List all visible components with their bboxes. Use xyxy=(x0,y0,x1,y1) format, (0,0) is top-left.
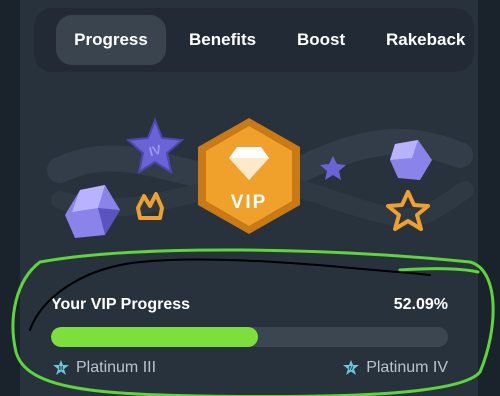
left-gutter xyxy=(0,0,20,396)
progress-label: Your VIP Progress xyxy=(51,296,191,313)
vip-screen: Progress Benefits Boost Rakeback IV VIP … xyxy=(0,0,500,396)
progress-percentage: 52.09% xyxy=(393,296,448,313)
tab-benefits[interactable]: Benefits xyxy=(189,15,256,65)
vip-badge-icon: VIP xyxy=(198,118,300,234)
vip-hero: IV VIP xyxy=(20,100,478,260)
tab-progress[interactable]: Progress xyxy=(56,15,166,65)
progress-bar xyxy=(51,327,448,347)
platinum-3-badge-icon: III xyxy=(53,360,69,375)
right-gutter xyxy=(478,0,500,396)
current-level-label: Platinum III xyxy=(76,359,157,376)
tab-boost[interactable]: Boost xyxy=(297,15,345,65)
progress-bar-fill xyxy=(51,327,258,347)
tab-rakeback[interactable]: Rakeback xyxy=(386,15,465,65)
left-gem-icon xyxy=(65,185,120,238)
vip-badge-text: VIP xyxy=(231,192,268,213)
next-level-label: Platinum IV xyxy=(366,359,448,376)
platinum-4-badge-text: IV xyxy=(349,366,354,372)
next-level: IV Platinum IV xyxy=(342,357,448,379)
platinum-3-badge-text: III xyxy=(59,366,64,372)
vip-hero-illustration: IV VIP xyxy=(47,117,474,238)
current-level: III Platinum III xyxy=(52,357,156,379)
tab-bar: Progress Benefits Boost Rakeback xyxy=(34,8,474,72)
platinum-4-badge-icon: IV xyxy=(343,360,360,375)
